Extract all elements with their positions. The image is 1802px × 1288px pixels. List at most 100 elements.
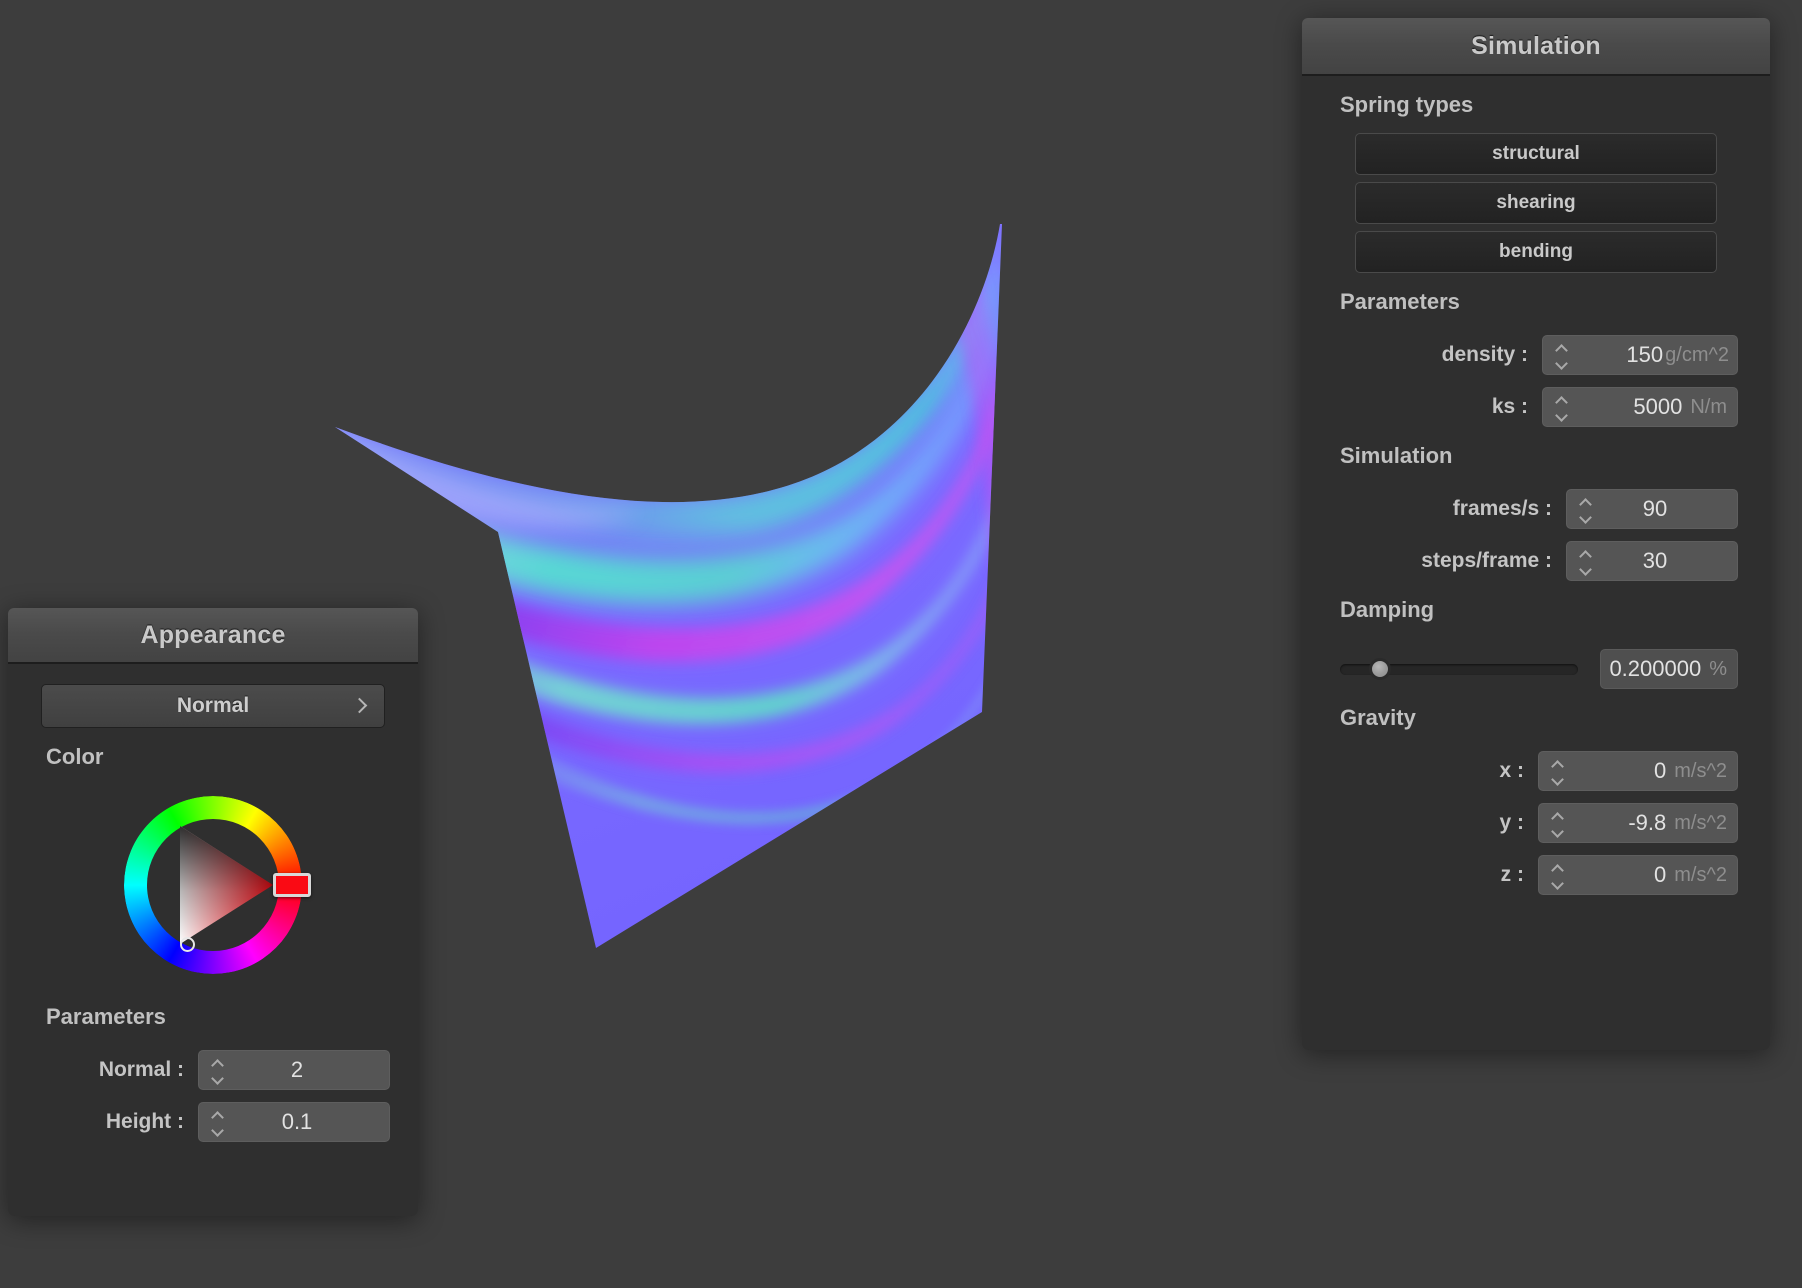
frames-per-second-value: 90 [1642, 496, 1668, 521]
parameters-label: Parameters [1340, 289, 1460, 314]
density-spinner[interactable] [1549, 336, 1575, 374]
gravity-x-spinner[interactable] [1545, 752, 1571, 790]
spring-type-structural-button[interactable]: structural [1355, 133, 1717, 175]
height-spinner[interactable] [205, 1103, 231, 1141]
shading-mode-label: Normal [176, 694, 250, 717]
gravity-y-label: y : [1499, 811, 1524, 834]
gravity-z-row: z : 0 m/s^2 [1302, 855, 1770, 895]
chevron-down-icon[interactable] [1557, 411, 1568, 418]
gravity-x-field[interactable]: 0 m/s^2 [1538, 751, 1738, 791]
chevron-up-icon[interactable] [1581, 499, 1592, 506]
normal-value: 2 [290, 1057, 304, 1082]
frames-per-second-label: frames/s : [1452, 497, 1552, 520]
chevron-down-icon[interactable] [1581, 565, 1592, 572]
steps-per-frame-field[interactable]: 30 [1566, 541, 1738, 581]
gravity-x-row: x : 0 m/s^2 [1302, 751, 1770, 791]
gravity-z-field[interactable]: 0 m/s^2 [1538, 855, 1738, 895]
density-unit: g/cm^2 [1665, 343, 1729, 366]
gravity-z-unit: m/s^2 [1674, 863, 1727, 886]
normal-row: Normal : 2 [8, 1050, 418, 1090]
chevron-up-icon[interactable] [213, 1060, 224, 1067]
chevron-up-icon[interactable] [1553, 761, 1564, 768]
frames-per-second-row: frames/s : 90 [1302, 489, 1770, 529]
color-wheel-sv-marker[interactable] [180, 937, 195, 952]
frames-per-second-spinner[interactable] [1573, 490, 1599, 528]
appearance-panel-header: Appearance [8, 608, 418, 664]
chevron-up-icon[interactable] [1557, 397, 1568, 404]
height-value: 0.1 [281, 1109, 313, 1134]
density-label: density : [1441, 343, 1528, 366]
simulation-panel-body: Spring types structural shearing bending… [1302, 76, 1770, 917]
chevron-right-icon[interactable] [354, 700, 366, 712]
spring-type-bending-button[interactable]: bending [1355, 231, 1717, 273]
gravity-y-value: -9.8 [1628, 810, 1667, 835]
cloth-mesh[interactable] [335, 224, 1140, 1090]
density-row: density : 150 g/cm^2 [1302, 335, 1770, 375]
ks-label: ks : [1491, 395, 1528, 418]
gravity-label: Gravity [1340, 705, 1416, 730]
chevron-up-icon[interactable] [1553, 865, 1564, 872]
chevron-up-icon[interactable] [1581, 551, 1592, 558]
ks-field[interactable]: 5000 N/m [1542, 387, 1738, 427]
appearance-parameters-label: Parameters [46, 1004, 166, 1029]
gravity-y-spinner[interactable] [1545, 804, 1571, 842]
density-field[interactable]: 150 g/cm^2 [1542, 335, 1738, 375]
damping-value: 0.200000 [1609, 656, 1702, 681]
app-root: Simulation Spring types structural shear… [0, 0, 1802, 1288]
chevron-down-icon[interactable] [1557, 359, 1568, 366]
ks-unit: N/m [1690, 395, 1727, 418]
ks-value: 5000 [1633, 394, 1683, 419]
chevron-up-icon[interactable] [1557, 345, 1568, 352]
damping-slider[interactable] [1340, 658, 1578, 680]
simulation-section-label: Simulation [1340, 443, 1453, 468]
steps-per-frame-value: 30 [1642, 548, 1668, 573]
appearance-panel: Appearance Normal Color Parameters Norma… [8, 608, 418, 1216]
damping-slider-handle[interactable] [1369, 658, 1392, 680]
density-value: 150 [1626, 342, 1664, 367]
appearance-panel-body: Normal Color Parameters Normal: 2 Heigh… [8, 684, 418, 1164]
chevron-down-icon[interactable] [1553, 879, 1564, 886]
chevron-up-icon[interactable] [213, 1112, 224, 1119]
height-field[interactable]: 0.1 [198, 1102, 390, 1142]
color-wheel-hue-marker[interactable] [273, 873, 311, 897]
normal-field[interactable]: 2 [198, 1050, 390, 1090]
chevron-down-icon[interactable] [1553, 775, 1564, 782]
cloth-mesh-svg [335, 224, 1002, 948]
damping-value-field[interactable]: 0.200000 % [1600, 649, 1738, 689]
steps-per-frame-spinner[interactable] [1573, 542, 1599, 580]
chevron-up-icon[interactable] [1553, 813, 1564, 820]
steps-per-frame-row: steps/frame : 30 [1302, 541, 1770, 581]
steps-per-frame-label: steps/frame : [1421, 549, 1552, 572]
height-label: Height : [105, 1110, 184, 1133]
color-wheel[interactable] [124, 796, 311, 974]
appearance-panel-title: Appearance [140, 620, 286, 649]
height-row: Height : 0.1 [8, 1102, 418, 1142]
gravity-x-unit: m/s^2 [1674, 759, 1727, 782]
gravity-z-label: z : [1500, 863, 1524, 886]
gravity-x-label: x : [1499, 759, 1524, 782]
chevron-down-icon[interactable] [1581, 513, 1592, 520]
color-label: Color [46, 744, 104, 769]
simulation-panel: Simulation Spring types structural shear… [1302, 18, 1770, 1050]
chevron-down-icon[interactable] [1553, 827, 1564, 834]
cloth-left-highlight [335, 422, 642, 527]
spring-type-shearing-button[interactable]: shearing [1355, 182, 1717, 224]
chevron-down-icon[interactable] [213, 1126, 224, 1133]
gravity-z-spinner[interactable] [1545, 856, 1571, 894]
gravity-y-unit: m/s^2 [1674, 811, 1727, 834]
spring-types-label: Spring types [1340, 92, 1474, 117]
shading-mode-dropdown[interactable]: Normal [41, 684, 385, 728]
damping-label: Damping [1340, 597, 1435, 622]
chevron-down-icon[interactable] [213, 1074, 224, 1081]
normal-spinner[interactable] [205, 1051, 231, 1089]
gravity-z-value: 0 [1654, 862, 1667, 887]
ks-row: ks : 5000 N/m [1302, 387, 1770, 427]
simulation-panel-title: Simulation [1471, 31, 1601, 60]
gravity-y-row: y : -9.8 m/s^2 [1302, 803, 1770, 843]
gravity-y-field[interactable]: -9.8 m/s^2 [1538, 803, 1738, 843]
damping-unit: % [1709, 657, 1727, 680]
frames-per-second-field[interactable]: 90 [1566, 489, 1738, 529]
color-wheel-sv-triangle[interactable] [147, 819, 279, 951]
gravity-x-value: 0 [1654, 758, 1667, 783]
ks-spinner[interactable] [1549, 388, 1575, 426]
